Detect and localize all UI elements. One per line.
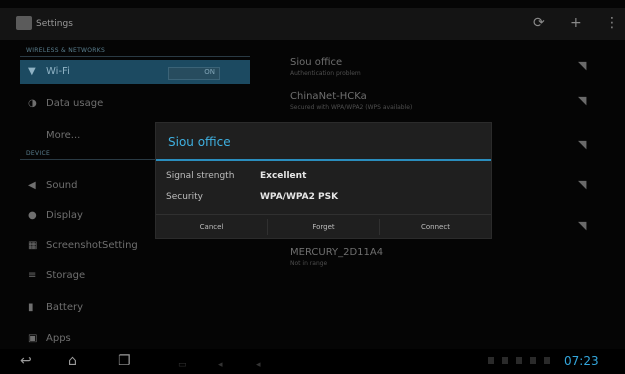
status-icon — [544, 357, 550, 364]
settings-item-label: Apps — [46, 333, 71, 344]
settings-item-label: Data usage — [46, 98, 104, 109]
wifi-signal-icon: ◥ — [578, 138, 587, 151]
section-header-device: DEVICE — [26, 150, 51, 157]
status-icon — [516, 357, 522, 364]
status-icon — [502, 357, 508, 364]
status-clock: 07:23 — [564, 354, 599, 368]
refresh-icon[interactable]: ⟳ — [533, 14, 545, 32]
settings-item-storage[interactable]: ≡ Storage — [20, 264, 250, 288]
settings-item-label: ScreenshotSetting — [46, 240, 138, 251]
wifi-signal-icon: ◥ — [578, 219, 587, 232]
status-icon — [488, 357, 494, 364]
wifi-signal-icon: ◥ — [578, 59, 587, 72]
dialog-title-divider — [156, 159, 491, 161]
wifi-signal-icon: ◥ — [578, 94, 587, 107]
battery-icon: ▮ — [28, 302, 34, 313]
network-name: Siou office — [290, 57, 343, 68]
signal-strength-value: Excellent — [260, 171, 307, 181]
android-settings-screen: Settings ⟳ + ⋮ WIRELESS & NETWORKS ▼ Wi-… — [0, 0, 625, 374]
dialog-title: Siou office — [168, 135, 231, 149]
overflow-menu-icon[interactable]: ⋮ — [605, 14, 619, 32]
security-label: Security — [166, 192, 203, 202]
system-navigation-bar: ↩ ⌂ ❐ ▭ ◂ ◂ 07:23 — [0, 349, 625, 374]
network-name: ChinaNet-HCKa — [290, 91, 367, 102]
settings-app-icon — [16, 16, 32, 30]
settings-item-data-usage[interactable]: ◑ Data usage — [20, 92, 250, 116]
section-header-wireless: WIRELESS & NETWORKS — [26, 47, 106, 54]
network-status: Not in range — [290, 260, 328, 267]
home-icon[interactable]: ⌂ — [68, 352, 77, 370]
signal-strength-label: Signal strength — [166, 171, 235, 181]
wifi-toggle-label: ON — [204, 68, 215, 76]
apps-icon: ▣ — [28, 333, 38, 344]
settings-item-battery[interactable]: ▮ Battery — [20, 296, 250, 320]
forget-button[interactable]: Forget — [268, 215, 379, 239]
network-details-dialog: Siou office Signal strength Excellent Se… — [155, 122, 492, 239]
status-icon — [530, 357, 536, 364]
display-icon: ● — [28, 210, 37, 221]
settings-item-label: Storage — [46, 270, 86, 281]
dialog-button-bar: Cancel Forget Connect — [156, 214, 491, 239]
add-icon[interactable]: + — [570, 14, 582, 32]
wifi-signal-icon: ◥ — [578, 178, 587, 191]
cancel-button[interactable]: Cancel — [156, 215, 267, 239]
action-bar: Settings ⟳ + ⋮ — [0, 8, 625, 40]
settings-item-wifi[interactable]: ▼ Wi-Fi ON — [20, 60, 250, 84]
volume-up-icon[interactable]: ◂ — [256, 356, 261, 374]
network-name: MERCURY_2D11A4 — [290, 247, 384, 258]
network-status: Authentication problem — [290, 70, 361, 77]
network-item[interactable]: Siou office Authentication problem — [290, 57, 590, 77]
settings-item-label: More... — [46, 130, 81, 141]
network-item[interactable]: MERCURY_2D11A4 Not in range — [290, 247, 590, 267]
data-usage-icon: ◑ — [28, 98, 37, 109]
connect-button[interactable]: Connect — [380, 215, 491, 239]
section-divider — [20, 56, 250, 57]
settings-item-apps[interactable]: ▣ Apps — [20, 327, 250, 351]
security-value: WPA/WPA2 PSK — [260, 192, 339, 202]
page-title: Settings — [36, 19, 73, 29]
network-status: Secured with WPA/WPA2 (WPS available) — [290, 104, 413, 111]
wifi-toggle[interactable]: ON — [168, 67, 220, 80]
storage-icon: ≡ — [28, 270, 37, 281]
screenshot-icon: ▦ — [28, 240, 38, 251]
settings-item-label: Battery — [46, 302, 84, 313]
recent-apps-icon[interactable]: ❐ — [118, 352, 131, 370]
settings-item-label: Sound — [46, 180, 78, 191]
settings-item-label: Display — [46, 210, 83, 221]
wifi-icon: ▼ — [28, 66, 36, 77]
screenshot-shortcut-icon[interactable]: ▭ — [178, 356, 187, 374]
network-item[interactable]: ChinaNet-HCKa Secured with WPA/WPA2 (WPS… — [290, 91, 590, 111]
back-icon[interactable]: ↩ — [20, 352, 32, 370]
speaker-icon: ◀ — [28, 180, 36, 191]
volume-down-icon[interactable]: ◂ — [218, 356, 223, 374]
settings-item-label: Wi-Fi — [46, 66, 70, 77]
